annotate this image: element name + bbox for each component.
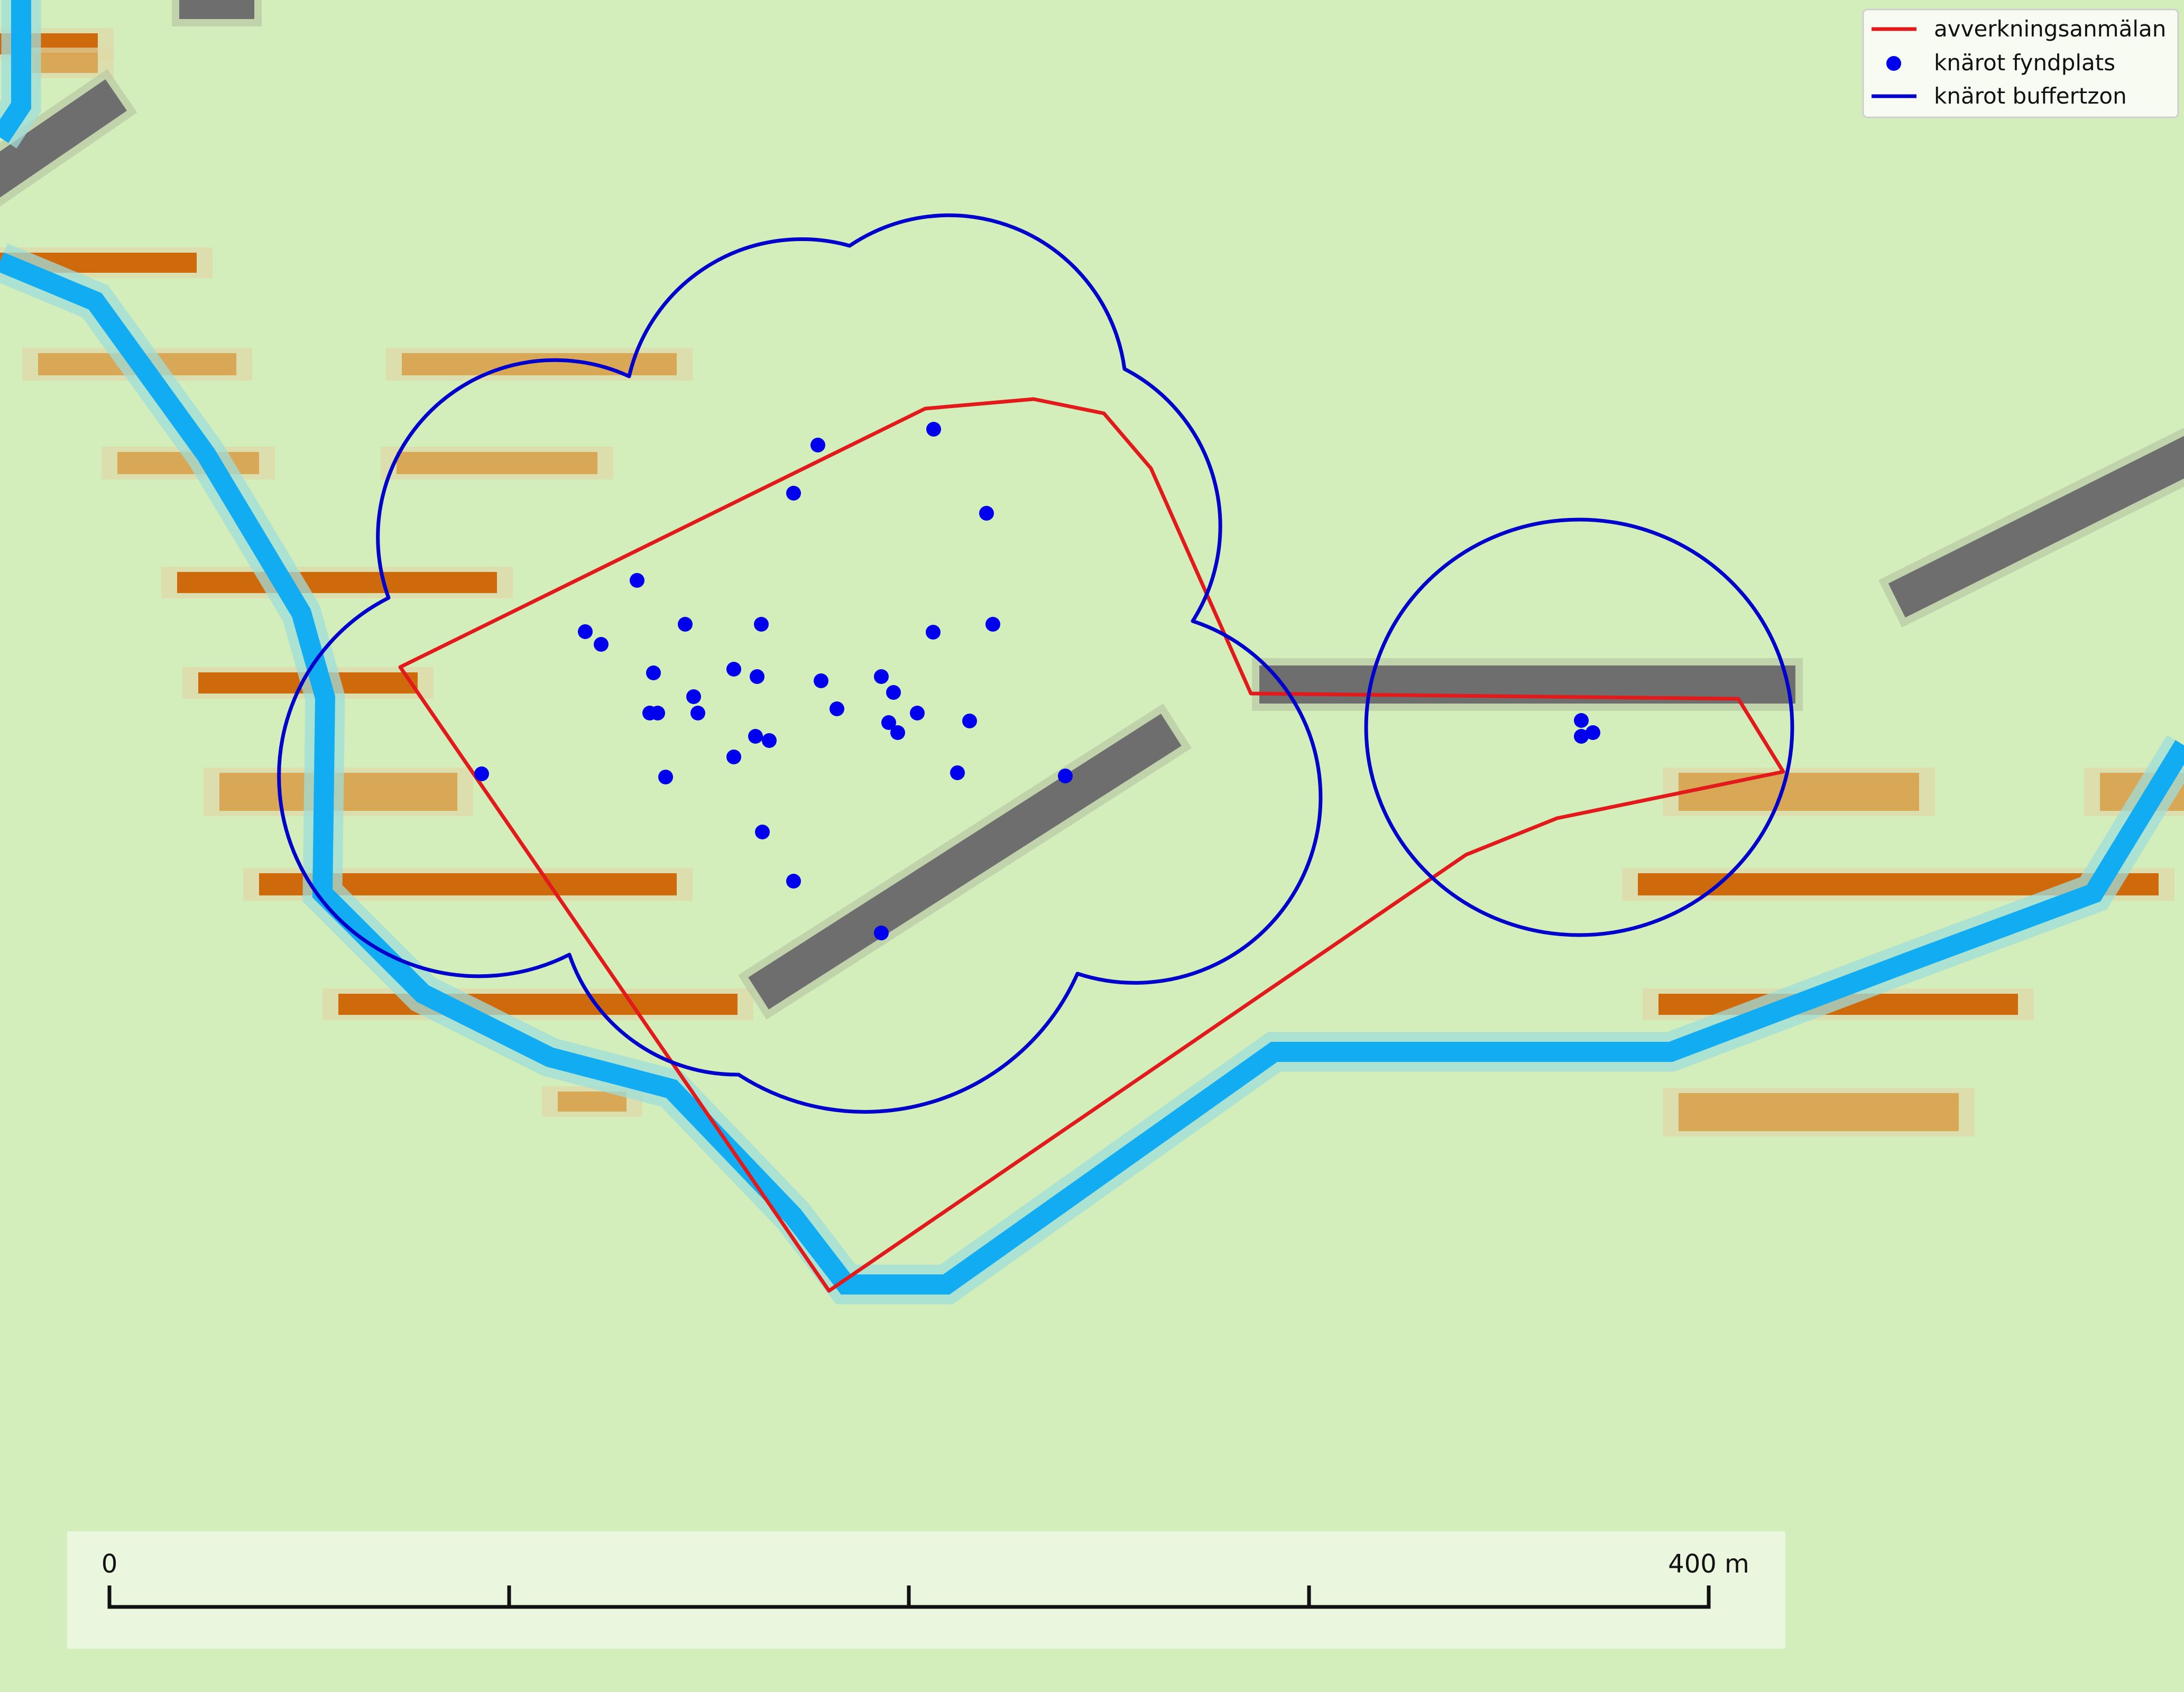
find-point[interactable] bbox=[678, 617, 693, 632]
find-point[interactable] bbox=[810, 438, 825, 452]
scale-bar-background bbox=[67, 1531, 1785, 1649]
find-point[interactable] bbox=[650, 706, 665, 720]
find-point[interactable] bbox=[1574, 713, 1589, 728]
legend-label-buffer: knärot buffertzon bbox=[1934, 83, 2127, 109]
legend-label-finds: knärot fyndplats bbox=[1934, 50, 2115, 76]
contour-line bbox=[381, 447, 613, 479]
find-point[interactable] bbox=[630, 573, 644, 588]
scale-bar-start-label: 0 bbox=[102, 1549, 118, 1579]
contour-line bbox=[1663, 768, 1935, 816]
contour-line bbox=[1663, 1088, 1975, 1136]
stream bbox=[0, 0, 41, 149]
legend-label-felling-area: avverkningsanmälan bbox=[1934, 16, 2166, 42]
find-point[interactable] bbox=[474, 766, 489, 781]
find-point[interactable] bbox=[979, 506, 994, 521]
find-point[interactable] bbox=[578, 624, 593, 639]
find-point[interactable] bbox=[814, 673, 828, 688]
find-point[interactable] bbox=[926, 422, 941, 437]
find-point[interactable] bbox=[830, 701, 844, 716]
find-point[interactable] bbox=[754, 617, 769, 632]
find-point[interactable] bbox=[658, 770, 673, 784]
find-point[interactable] bbox=[1058, 769, 1073, 783]
contour-line bbox=[386, 348, 693, 381]
find-point[interactable] bbox=[726, 662, 741, 677]
find-point-legend-icon bbox=[1886, 56, 1901, 71]
find-point[interactable] bbox=[985, 617, 1000, 632]
find-point[interactable] bbox=[786, 874, 801, 889]
find-point[interactable] bbox=[594, 637, 609, 652]
find-point[interactable] bbox=[726, 750, 741, 764]
map-canvas[interactable]: avverkningsanmälan knärot fyndplats knär… bbox=[0, 0, 2184, 1692]
find-point[interactable] bbox=[890, 725, 905, 740]
find-point[interactable] bbox=[646, 665, 661, 680]
legend: avverkningsanmälan knärot fyndplats knär… bbox=[1862, 8, 2179, 118]
find-point[interactable] bbox=[1586, 725, 1600, 740]
find-point[interactable] bbox=[962, 714, 977, 728]
find-point[interactable] bbox=[786, 486, 801, 501]
contour-line bbox=[161, 567, 513, 598]
find-point[interactable] bbox=[686, 689, 701, 704]
scale-bar-end-label: 400 m bbox=[1668, 1549, 1749, 1579]
contour-line bbox=[322, 988, 753, 1020]
find-point[interactable] bbox=[910, 706, 925, 720]
find-point[interactable] bbox=[874, 926, 889, 940]
find-point[interactable] bbox=[950, 765, 965, 780]
scale-bar: 0 400 m bbox=[67, 1531, 1785, 1649]
find-point[interactable] bbox=[748, 729, 763, 744]
find-point[interactable] bbox=[886, 685, 901, 700]
find-point[interactable] bbox=[874, 669, 889, 684]
find-point[interactable] bbox=[750, 669, 764, 684]
find-point[interactable] bbox=[762, 733, 777, 748]
find-point[interactable] bbox=[926, 625, 941, 640]
find-point[interactable] bbox=[755, 825, 770, 839]
find-point[interactable] bbox=[690, 706, 705, 720]
